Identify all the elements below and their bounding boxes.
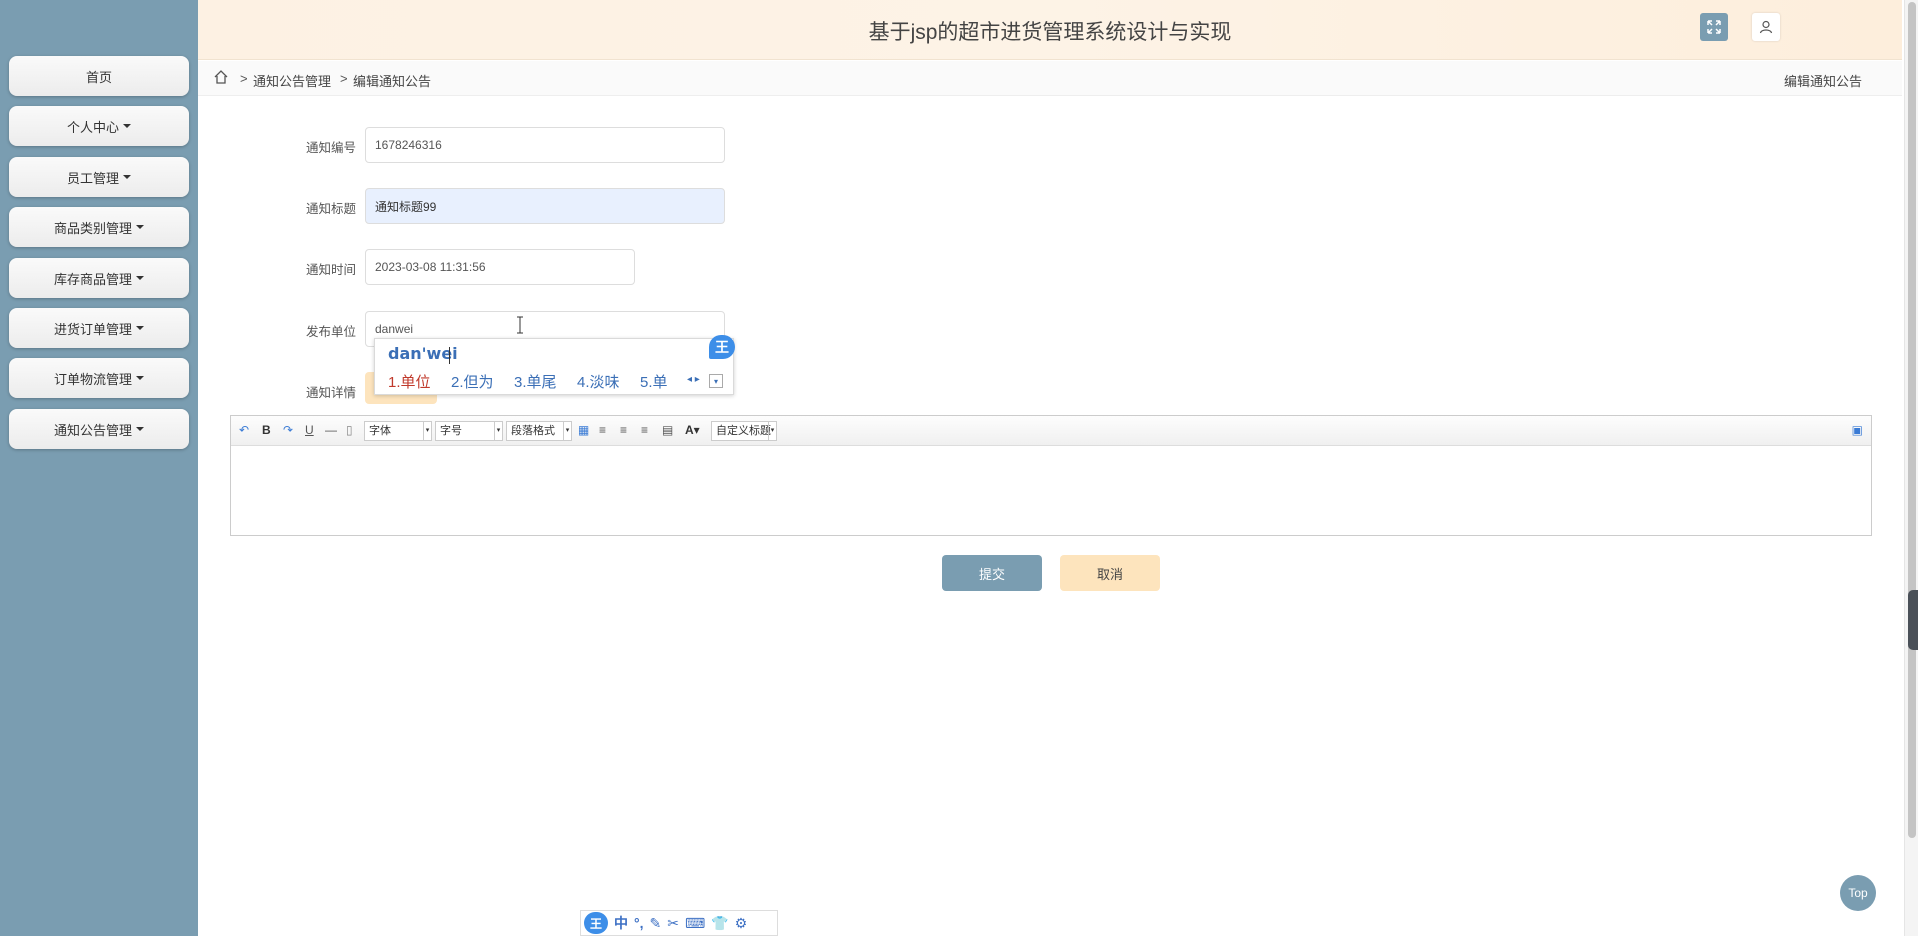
notice-detail-label: 通知详情 [305, 386, 356, 400]
sidebar-item-label: 通知公告管理 [53, 422, 132, 438]
align-right-icon[interactable]: ≡ [620, 423, 627, 437]
redo-icon[interactable]: ↷ [283, 423, 293, 437]
user-button[interactable] [1752, 13, 1780, 41]
caret-down-icon [123, 175, 131, 179]
source-view-icon[interactable]: ▣ [1852, 423, 1863, 437]
cancel-button[interactable]: 取消 [1060, 555, 1160, 591]
skin-icon[interactable]: 👕 [711, 915, 728, 932]
scrollbar[interactable] [1904, 0, 1918, 936]
caret-down-icon [136, 427, 144, 431]
undo-icon[interactable]: ↶ [239, 423, 249, 437]
ime-logo-icon[interactable]: 王 [584, 912, 608, 934]
sidebar-item-inventory[interactable]: 库存商品管理 [9, 258, 189, 298]
caret-down-icon [136, 225, 144, 229]
ime-candidate[interactable]: 2.但为 [451, 371, 494, 392]
ime-candidate[interactable]: 5.单 [640, 371, 668, 392]
app-title: 基于jsp的超市进货管理系统设计与实现 [868, 21, 1232, 44]
sidebar-item-label: 个人中心 [66, 119, 119, 135]
notice-title-field[interactable] [365, 188, 725, 224]
ime-logo-icon: 王 [709, 335, 735, 359]
breadcrumb-item: 编辑通知公告 [353, 74, 432, 89]
align-center-icon[interactable]: ≡ [641, 423, 648, 437]
text-cursor-icon [517, 316, 523, 334]
sidebar-item-label: 订单物流管理 [53, 371, 132, 387]
scrollbar-thumb[interactable] [1908, 2, 1916, 838]
sidebar-item-label: 商品类别管理 [53, 220, 132, 236]
font-size-select-value: 字号 [440, 425, 462, 437]
sidebar: 首页 个人中心 员工管理 商品类别管理 库存商品管理 进货订单管理 订单物流管理… [0, 0, 198, 936]
ime-candidate[interactable]: 1.单位 [388, 371, 431, 392]
ime-pinyin: dan'wei [388, 344, 458, 363]
rich-text-editor[interactable]: ↶ B ↷ U — ▯ 字体 ▾ 字号 ▾ 段落格式 ▾ ▦ ≡ ≡ ≡ ▤ A▾ 自… [230, 415, 1872, 536]
underline-icon[interactable]: U [305, 423, 314, 437]
chevron-down-icon: ▾ [423, 422, 431, 440]
sidebar-item-label: 首页 [85, 69, 112, 85]
table-icon[interactable]: ▦ [578, 423, 589, 437]
paste-icon[interactable]: ▯ [346, 423, 353, 437]
horizontal-rule-icon[interactable]: — [325, 423, 337, 437]
ime-candidate[interactable]: 3.单尾 [514, 371, 557, 392]
user-icon [1759, 20, 1773, 34]
caret-down-icon [136, 276, 144, 280]
notice-time-field[interactable] [365, 249, 635, 285]
chinese-mode-icon[interactable]: 中 [614, 913, 628, 933]
sidebar-item-purchase-orders[interactable]: 进货订单管理 [9, 308, 189, 348]
breadcrumb-separator: > [240, 71, 248, 86]
justify-icon[interactable]: ▤ [662, 423, 673, 437]
caret-down-icon [136, 326, 144, 330]
caret-down-icon [136, 376, 144, 380]
sidebar-item-notices[interactable]: 通知公告管理 [9, 409, 189, 449]
breadcrumb-separator: > [340, 71, 348, 86]
ime-expand-icon[interactable]: ▾ [709, 374, 723, 388]
ime-page-arrows-icon[interactable]: ◂ ▸ [687, 374, 700, 385]
editor-toolbar: ↶ B ↷ U — ▯ 字体 ▾ 字号 ▾ 段落格式 ▾ ▦ ≡ ≡ ≡ ▤ A▾ 自… [231, 416, 1871, 446]
paragraph-select-value: 段落格式 [511, 425, 555, 437]
sidebar-item-personal-center[interactable]: 个人中心 [9, 106, 189, 146]
paragraph-select[interactable]: 段落格式 ▾ [506, 421, 572, 441]
breadcrumb-item[interactable]: 通知公告管理 [253, 71, 331, 90]
page-title: 编辑通知公告 [1783, 74, 1862, 89]
side-widget-handle[interactable] [1908, 590, 1918, 650]
sidebar-item-label: 进货订单管理 [53, 321, 132, 337]
align-left-icon[interactable]: ≡ [599, 423, 606, 437]
screenshot-icon[interactable]: ✂ [667, 915, 679, 932]
notice-id-label: 通知编号 [305, 141, 356, 155]
back-to-top-button[interactable]: Top [1840, 875, 1876, 911]
caret-down-icon [123, 124, 131, 128]
chevron-down-icon: ▾ [563, 422, 571, 440]
custom-title-select[interactable]: 自定义标题 ▾ [711, 421, 777, 441]
notice-id-field[interactable] [365, 127, 725, 163]
sidebar-item-label: 库存商品管理 [53, 271, 132, 287]
ime-candidate-popup: dan'wei 王 1.单位 2.但为 3.单尾 4.淡味 5.单 ◂ ▸ ▾ [374, 335, 735, 395]
chevron-down-icon: ▾ [494, 422, 502, 440]
breadcrumb: > 通知公告管理 > 编辑通知公告 编辑通知公告 [198, 61, 1902, 96]
sidebar-item-categories[interactable]: 商品类别管理 [9, 207, 189, 247]
handwriting-icon[interactable]: ✎ [650, 915, 662, 932]
bold-icon[interactable]: B [262, 423, 271, 437]
font-color-icon[interactable]: A▾ [685, 423, 700, 437]
punctuation-icon[interactable]: °, [634, 915, 644, 931]
notice-time-label: 通知时间 [305, 263, 356, 277]
ime-status-bar: 王 中 °, ✎ ✂ ⌨ 👕 ⚙ [580, 910, 778, 936]
chevron-down-icon: ▾ [768, 422, 776, 440]
font-select[interactable]: 字体 ▾ [364, 421, 432, 441]
sidebar-item-label: 员工管理 [66, 170, 119, 186]
submit-button[interactable]: 提交 [942, 555, 1042, 591]
sidebar-item-employees[interactable]: 员工管理 [9, 157, 189, 197]
publisher-label: 发布单位 [305, 325, 356, 339]
ime-candidate[interactable]: 4.淡味 [577, 371, 620, 392]
settings-gear-icon[interactable]: ⚙ [735, 915, 748, 932]
custom-title-select-value: 自定义标题 [716, 425, 771, 437]
font-select-value: 字体 [369, 425, 391, 437]
fullscreen-button[interactable] [1700, 13, 1728, 41]
home-icon[interactable] [213, 69, 229, 88]
font-size-select[interactable]: 字号 ▾ [435, 421, 503, 441]
header: 基于jsp的超市进货管理系统设计与实现 [198, 0, 1902, 60]
notice-title-label: 通知标题 [305, 202, 356, 216]
fullscreen-icon [1707, 20, 1721, 34]
keyboard-icon[interactable]: ⌨ [685, 915, 705, 932]
sidebar-item-home[interactable]: 首页 [9, 56, 189, 96]
sidebar-item-logistics[interactable]: 订单物流管理 [9, 358, 189, 398]
ime-cursor [449, 347, 450, 364]
